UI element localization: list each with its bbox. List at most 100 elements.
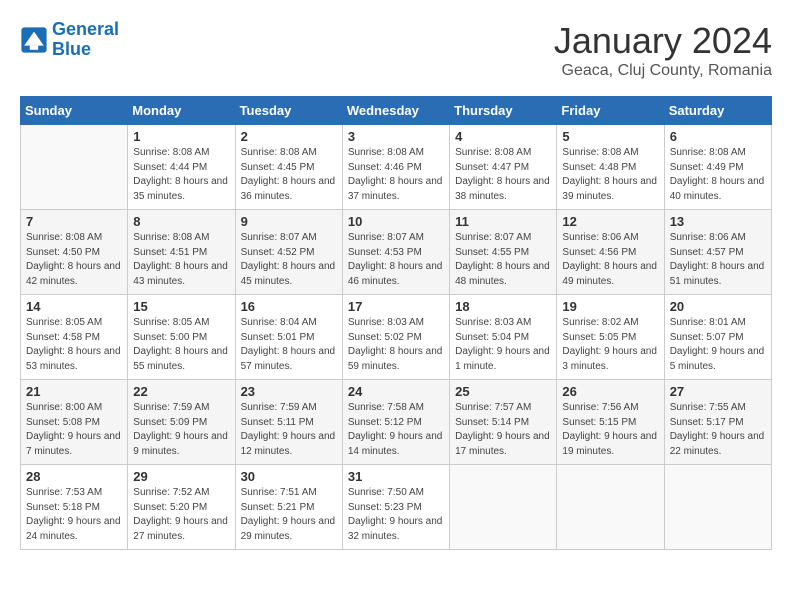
day-cell: 26 Sunrise: 7:56 AMSunset: 5:15 PMDaylig… (557, 380, 664, 465)
day-info: Sunrise: 7:59 AMSunset: 5:11 PMDaylight:… (241, 401, 337, 459)
day-cell: 25 Sunrise: 7:57 AMSunset: 5:14 PMDaylig… (450, 380, 557, 465)
day-cell (450, 465, 557, 550)
week-row-3: 14 Sunrise: 8:05 AMSunset: 4:58 PMDaylig… (21, 295, 772, 380)
day-cell: 19 Sunrise: 8:02 AMSunset: 5:05 PMDaylig… (557, 295, 664, 380)
day-cell: 20 Sunrise: 8:01 AMSunset: 5:07 PMDaylig… (664, 295, 771, 380)
logo-icon (20, 26, 48, 54)
day-number: 10 (348, 214, 444, 229)
day-number: 24 (348, 384, 444, 399)
day-number: 7 (26, 214, 122, 229)
day-info: Sunrise: 8:04 AMSunset: 5:01 PMDaylight:… (241, 316, 337, 374)
header-thursday: Thursday (450, 97, 557, 125)
day-cell: 8 Sunrise: 8:08 AMSunset: 4:51 PMDayligh… (128, 210, 235, 295)
day-info: Sunrise: 7:58 AMSunset: 5:12 PMDaylight:… (348, 401, 444, 459)
day-number: 22 (133, 384, 229, 399)
day-info: Sunrise: 8:01 AMSunset: 5:07 PMDaylight:… (670, 316, 766, 374)
day-info: Sunrise: 7:59 AMSunset: 5:09 PMDaylight:… (133, 401, 229, 459)
day-cell (21, 125, 128, 210)
day-cell: 17 Sunrise: 8:03 AMSunset: 5:02 PMDaylig… (342, 295, 449, 380)
header-tuesday: Tuesday (235, 97, 342, 125)
day-number: 29 (133, 469, 229, 484)
header-saturday: Saturday (664, 97, 771, 125)
day-info: Sunrise: 7:57 AMSunset: 5:14 PMDaylight:… (455, 401, 551, 459)
day-cell: 22 Sunrise: 7:59 AMSunset: 5:09 PMDaylig… (128, 380, 235, 465)
day-info: Sunrise: 8:05 AMSunset: 4:58 PMDaylight:… (26, 316, 122, 374)
day-info: Sunrise: 7:56 AMSunset: 5:15 PMDaylight:… (562, 401, 658, 459)
day-cell: 27 Sunrise: 7:55 AMSunset: 5:17 PMDaylig… (664, 380, 771, 465)
day-info: Sunrise: 8:08 AMSunset: 4:51 PMDaylight:… (133, 231, 229, 289)
day-info: Sunrise: 8:07 AMSunset: 4:55 PMDaylight:… (455, 231, 551, 289)
day-cell (557, 465, 664, 550)
day-number: 13 (670, 214, 766, 229)
day-info: Sunrise: 8:07 AMSunset: 4:53 PMDaylight:… (348, 231, 444, 289)
week-row-1: 1 Sunrise: 8:08 AMSunset: 4:44 PMDayligh… (21, 125, 772, 210)
day-info: Sunrise: 8:08 AMSunset: 4:47 PMDaylight:… (455, 146, 551, 204)
day-cell: 1 Sunrise: 8:08 AMSunset: 4:44 PMDayligh… (128, 125, 235, 210)
day-cell: 10 Sunrise: 8:07 AMSunset: 4:53 PMDaylig… (342, 210, 449, 295)
day-number: 12 (562, 214, 658, 229)
day-number: 21 (26, 384, 122, 399)
day-info: Sunrise: 8:00 AMSunset: 5:08 PMDaylight:… (26, 401, 122, 459)
header-friday: Friday (557, 97, 664, 125)
logo: General Blue (20, 20, 119, 60)
day-info: Sunrise: 8:07 AMSunset: 4:52 PMDaylight:… (241, 231, 337, 289)
day-info: Sunrise: 8:06 AMSunset: 4:56 PMDaylight:… (562, 231, 658, 289)
day-cell: 13 Sunrise: 8:06 AMSunset: 4:57 PMDaylig… (664, 210, 771, 295)
header-row: SundayMondayTuesdayWednesdayThursdayFrid… (21, 97, 772, 125)
day-info: Sunrise: 7:53 AMSunset: 5:18 PMDaylight:… (26, 486, 122, 544)
page-header: General Blue January 2024 Geaca, Cluj Co… (20, 20, 772, 80)
day-cell: 23 Sunrise: 7:59 AMSunset: 5:11 PMDaylig… (235, 380, 342, 465)
day-number: 15 (133, 299, 229, 314)
day-number: 2 (241, 129, 337, 144)
header-sunday: Sunday (21, 97, 128, 125)
month-title: January 2024 (554, 20, 772, 62)
day-info: Sunrise: 8:08 AMSunset: 4:50 PMDaylight:… (26, 231, 122, 289)
day-cell: 11 Sunrise: 8:07 AMSunset: 4:55 PMDaylig… (450, 210, 557, 295)
header-wednesday: Wednesday (342, 97, 449, 125)
day-number: 26 (562, 384, 658, 399)
day-number: 28 (26, 469, 122, 484)
day-number: 14 (26, 299, 122, 314)
location-title: Geaca, Cluj County, Romania (554, 62, 772, 80)
day-cell: 29 Sunrise: 7:52 AMSunset: 5:20 PMDaylig… (128, 465, 235, 550)
day-info: Sunrise: 8:06 AMSunset: 4:57 PMDaylight:… (670, 231, 766, 289)
day-number: 30 (241, 469, 337, 484)
day-number: 11 (455, 214, 551, 229)
day-info: Sunrise: 8:08 AMSunset: 4:46 PMDaylight:… (348, 146, 444, 204)
day-number: 17 (348, 299, 444, 314)
day-info: Sunrise: 7:51 AMSunset: 5:21 PMDaylight:… (241, 486, 337, 544)
week-row-5: 28 Sunrise: 7:53 AMSunset: 5:18 PMDaylig… (21, 465, 772, 550)
day-info: Sunrise: 8:08 AMSunset: 4:45 PMDaylight:… (241, 146, 337, 204)
day-cell: 24 Sunrise: 7:58 AMSunset: 5:12 PMDaylig… (342, 380, 449, 465)
day-info: Sunrise: 8:08 AMSunset: 4:48 PMDaylight:… (562, 146, 658, 204)
day-cell: 28 Sunrise: 7:53 AMSunset: 5:18 PMDaylig… (21, 465, 128, 550)
day-info: Sunrise: 8:03 AMSunset: 5:02 PMDaylight:… (348, 316, 444, 374)
day-info: Sunrise: 8:08 AMSunset: 4:49 PMDaylight:… (670, 146, 766, 204)
day-info: Sunrise: 7:52 AMSunset: 5:20 PMDaylight:… (133, 486, 229, 544)
day-info: Sunrise: 8:02 AMSunset: 5:05 PMDaylight:… (562, 316, 658, 374)
day-cell (664, 465, 771, 550)
day-cell: 16 Sunrise: 8:04 AMSunset: 5:01 PMDaylig… (235, 295, 342, 380)
day-cell: 4 Sunrise: 8:08 AMSunset: 4:47 PMDayligh… (450, 125, 557, 210)
day-number: 23 (241, 384, 337, 399)
day-cell: 6 Sunrise: 8:08 AMSunset: 4:49 PMDayligh… (664, 125, 771, 210)
day-info: Sunrise: 7:55 AMSunset: 5:17 PMDaylight:… (670, 401, 766, 459)
day-number: 4 (455, 129, 551, 144)
day-number: 31 (348, 469, 444, 484)
calendar-table: SundayMondayTuesdayWednesdayThursdayFrid… (20, 96, 772, 550)
header-monday: Monday (128, 97, 235, 125)
day-number: 25 (455, 384, 551, 399)
day-cell: 2 Sunrise: 8:08 AMSunset: 4:45 PMDayligh… (235, 125, 342, 210)
day-cell: 30 Sunrise: 7:51 AMSunset: 5:21 PMDaylig… (235, 465, 342, 550)
day-number: 3 (348, 129, 444, 144)
day-cell: 3 Sunrise: 8:08 AMSunset: 4:46 PMDayligh… (342, 125, 449, 210)
day-info: Sunrise: 8:03 AMSunset: 5:04 PMDaylight:… (455, 316, 551, 374)
day-cell: 14 Sunrise: 8:05 AMSunset: 4:58 PMDaylig… (21, 295, 128, 380)
day-number: 8 (133, 214, 229, 229)
week-row-2: 7 Sunrise: 8:08 AMSunset: 4:50 PMDayligh… (21, 210, 772, 295)
day-number: 27 (670, 384, 766, 399)
day-number: 16 (241, 299, 337, 314)
title-area: January 2024 Geaca, Cluj County, Romania (554, 20, 772, 80)
day-number: 5 (562, 129, 658, 144)
day-cell: 12 Sunrise: 8:06 AMSunset: 4:56 PMDaylig… (557, 210, 664, 295)
